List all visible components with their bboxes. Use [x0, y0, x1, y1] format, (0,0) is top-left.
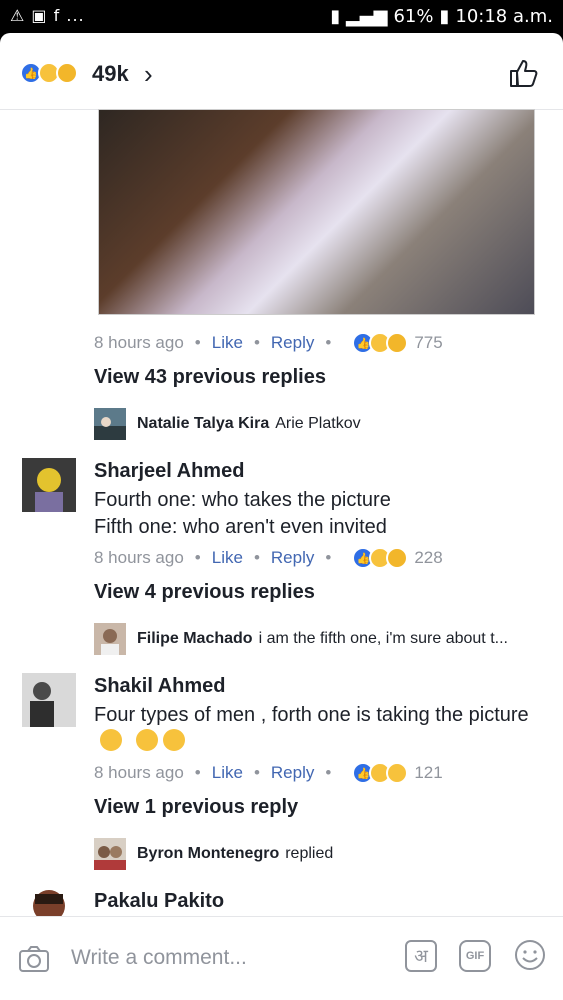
comment-line: Fourth one: who takes the picture [94, 489, 391, 511]
avatar [94, 838, 126, 870]
hindi-keyboard-button[interactable]: अ [405, 940, 437, 972]
comment-photo[interactable] [98, 109, 535, 315]
comment-meta: 8 hours ago • Like • Reply • 👍 775 [94, 332, 443, 354]
separator-dot: • [253, 333, 260, 352]
battery-percent: 61% [393, 6, 434, 27]
wow-reaction-icon [386, 762, 409, 784]
separator-dot: • [253, 763, 260, 782]
reaction-icons[interactable]: 👍 [352, 547, 409, 569]
reply-button[interactable]: Reply [271, 548, 314, 568]
latest-reply[interactable]: Byron Montenegro replied [94, 838, 333, 870]
reaction-icons[interactable]: 👍 [352, 332, 409, 354]
sad-reaction-icon [56, 62, 78, 84]
comment-author[interactable]: Pakalu Pakito [94, 890, 224, 913]
comment-text: Fourth one: who takes the picture Fifth … [94, 487, 534, 541]
chevron-right-icon[interactable]: › [144, 59, 153, 90]
comment-time: 8 hours ago [94, 763, 184, 782]
status-right: ▮ ▂▄▆ 61% ▮ 10:18 a.m. [330, 6, 553, 27]
reaction-count[interactable]: 121 [414, 763, 442, 783]
separator-dot: • [194, 763, 201, 782]
rofl-emoji-icon [135, 729, 158, 751]
comment-line: Fifth one: who aren't even invited [94, 516, 387, 538]
reply-author[interactable]: Byron Montenegro [137, 845, 279, 863]
comment-composer: Write a comment... अ GIF [0, 916, 563, 1000]
like-thumb-icon[interactable] [508, 58, 538, 88]
grin-emoji-icon [100, 729, 122, 751]
comment-time: 8 hours ago [94, 333, 184, 352]
sad-reaction-icon [386, 547, 409, 569]
view-previous-replies-link[interactable]: View 4 previous replies [94, 581, 315, 604]
separator-dot: • [194, 333, 201, 352]
battery-icon: ▮ [439, 6, 450, 27]
reply-button[interactable]: Reply [271, 333, 314, 353]
laughing-emoji-icon [163, 729, 186, 751]
avatar[interactable] [22, 458, 76, 512]
reaction-count: 49k [92, 61, 129, 86]
comment-author[interactable]: Sharjeel Ahmed [94, 460, 244, 483]
separator-dot: • [325, 763, 332, 782]
reaction-icons[interactable]: 👍 [352, 762, 409, 784]
camera-icon[interactable] [18, 945, 50, 973]
reactions-header[interactable]: 👍 49k › [0, 33, 563, 110]
like-button[interactable]: Like [212, 333, 243, 353]
avatar [94, 623, 126, 655]
comment-meta: 8 hours ago • Like • Reply • 👍 121 [94, 762, 443, 784]
comment-author[interactable]: Shakil Ahmed [94, 675, 226, 698]
reply-author[interactable]: Natalie Talya Kira [137, 415, 269, 433]
like-button[interactable]: Like [212, 763, 243, 783]
separator-dot: • [194, 548, 201, 567]
clock: 10:18 a.m. [455, 6, 553, 27]
comments-sheet: 👍 49k › 8 hours ago • Like • Reply • 👍 7… [0, 33, 563, 1000]
status-bar: ⚠ ▣ f ... ▮ ▂▄▆ 61% ▮ 10:18 a.m. [0, 0, 563, 33]
avatar [94, 408, 126, 440]
sticker-smile-icon[interactable] [514, 939, 546, 971]
comment-text: Four types of men , forth one is taking … [94, 702, 534, 756]
view-previous-replies-link[interactable]: View 1 previous reply [94, 796, 298, 819]
comment-meta: 8 hours ago • Like • Reply • 👍 228 [94, 547, 443, 569]
like-button[interactable]: Like [212, 548, 243, 568]
notification-icons: ⚠ ▣ f ... [10, 6, 85, 25]
comment-input[interactable]: Write a comment... [71, 946, 247, 970]
separator-dot: • [325, 333, 332, 352]
separator-dot: • [325, 548, 332, 567]
signal-icon: ▮ ▂▄▆ [330, 6, 388, 27]
latest-reply[interactable]: Natalie Talya Kira Arie Platkov [94, 408, 361, 440]
sad-reaction-icon [386, 332, 409, 354]
view-previous-replies-link[interactable]: View 43 previous replies [94, 366, 326, 389]
reaction-count[interactable]: 228 [414, 548, 442, 568]
avatar[interactable] [22, 673, 76, 727]
comment-time: 8 hours ago [94, 548, 184, 567]
reply-text: replied [285, 845, 334, 862]
comment-line: Four types of men , forth one is taking … [94, 704, 529, 726]
reaction-count[interactable]: 775 [414, 333, 442, 353]
reply-text: Arie Platkov [275, 415, 361, 432]
reply-text: i am the fifth one, i'm sure about t... [258, 630, 508, 647]
gif-button[interactable]: GIF [459, 940, 491, 972]
separator-dot: • [253, 548, 260, 567]
latest-reply[interactable]: Filipe Machado i am the fifth one, i'm s… [94, 623, 508, 655]
reply-author[interactable]: Filipe Machado [137, 630, 253, 648]
reply-button[interactable]: Reply [271, 763, 314, 783]
